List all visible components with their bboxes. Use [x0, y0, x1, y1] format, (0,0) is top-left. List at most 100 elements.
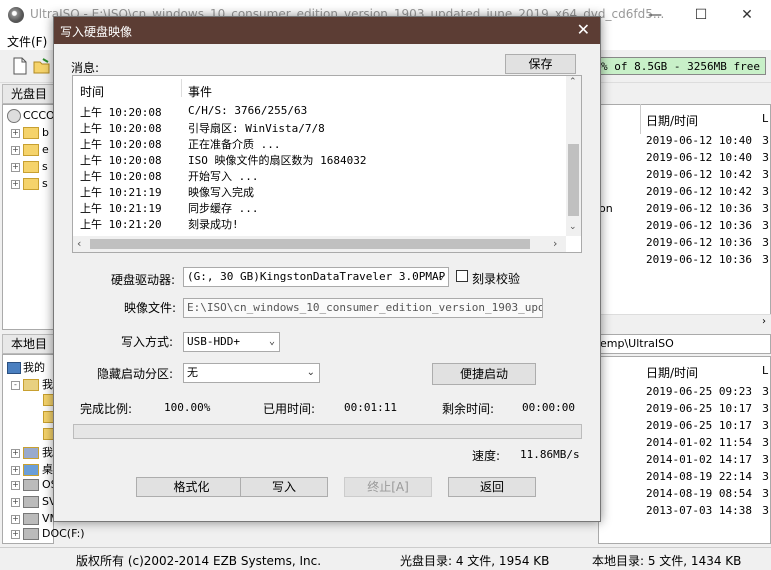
file-size-cell-truncated: 3 [762, 436, 769, 449]
col-trunc-header[interactable]: L [762, 112, 768, 125]
log-event: 正在准备介质 ... [188, 138, 281, 151]
file-date-cell[interactable]: 2019-06-12 10:42 [646, 185, 752, 198]
format-button[interactable]: 格式化 [136, 477, 247, 497]
file-date-cell[interactable]: 2019-06-12 10:40 [646, 134, 752, 147]
log-vscroll-thumb[interactable] [568, 144, 579, 216]
file-date-cell[interactable]: 2019-06-12 10:42 [646, 168, 752, 181]
file-date-cell[interactable]: 2014-08-19 22:14 [646, 470, 752, 483]
minimize-icon[interactable]: — [632, 0, 678, 30]
dialog-titlebar: 写入硬盘映像 ✕ [54, 17, 600, 44]
tree-item[interactable]: + 我 [11, 444, 53, 460]
status-local: 本地目录: 5 文件, 1434 KB [592, 554, 742, 568]
tree-item[interactable]: + s [11, 177, 48, 190]
log-time: 上午 10:21:19 [80, 202, 162, 215]
abort-button[interactable]: 终止[A] [344, 477, 432, 497]
file-size-cell-truncated: 3 [762, 236, 769, 249]
file-date-cell[interactable]: 2013-07-03 14:38 [646, 504, 752, 517]
new-file-icon[interactable] [11, 57, 29, 75]
tree-item[interactable]: + 桌 [11, 461, 53, 477]
chevron-down-icon: ⌄ [268, 336, 275, 347]
image-file-field[interactable]: E:\ISO\cn_windows_10_consumer_edition_ve… [183, 298, 543, 318]
maximize-icon[interactable]: ☐ [678, 0, 724, 30]
log-header-time[interactable]: 时间 [80, 83, 104, 100]
verify-label: 刻录校验 [472, 272, 521, 286]
image-file-label: 映像文件: [124, 301, 177, 315]
file-size-cell-truncated: 3 [762, 134, 769, 147]
disc-pane-header: 光盘目录 [2, 84, 54, 119]
status-copyright: 版权所有 (c)2002-2014 EZB Systems, Inc. [76, 554, 322, 568]
log-vscrollbar[interactable]: ⌃ ⌄ [566, 76, 581, 236]
progress-label: 完成比例: [80, 402, 133, 416]
local-col-trunc-header[interactable]: L [762, 364, 768, 377]
remaining-value: 00:00:00 [522, 401, 575, 414]
log-time: 上午 10:20:08 [80, 138, 162, 151]
file-date-cell[interactable]: 2014-08-19 08:54 [646, 487, 752, 500]
tree-item-drive[interactable]: + VM [11, 512, 59, 525]
file-date-cell[interactable]: 2019-06-25 10:17 [646, 419, 752, 432]
tree-item-drive[interactable]: + SV [11, 495, 57, 508]
write-button[interactable]: 写入 [240, 477, 328, 497]
save-log-button[interactable]: 保存 [505, 54, 576, 74]
local-col-date-header[interactable]: 日期/时间 [646, 364, 698, 381]
tree-item[interactable]: + s [11, 160, 48, 173]
verify-checkbox[interactable] [456, 270, 468, 282]
free-space-bar: % of 8.5GB - 3256MB free [596, 57, 766, 75]
speed-label: 速度: [472, 449, 501, 463]
progress-bar [73, 424, 582, 439]
log-header-event[interactable]: 事件 [188, 83, 212, 100]
hide-partition-select[interactable]: 无 ⌄ [183, 363, 320, 383]
file-size-cell-truncated: 3 [762, 219, 769, 232]
hide-partition-label: 隐藏启动分区: [97, 367, 174, 381]
file-date-cell[interactable]: 2019-06-25 10:17 [646, 402, 752, 415]
write-disk-image-dialog: 写入硬盘映像 ✕ 消息: 保存 时间 事件 上午 10:20:08 C/H/S: … [53, 16, 601, 522]
quick-boot-button[interactable]: 便捷启动 [432, 363, 536, 385]
tree-item[interactable]: + b [11, 126, 49, 139]
elapsed-value: 00:01:11 [344, 401, 397, 414]
file-date-cell[interactable]: 2014-01-02 14:17 [646, 453, 752, 466]
dialog-title: 写入硬盘映像 [60, 25, 133, 39]
file-size-cell-truncated: 3 [762, 453, 769, 466]
file-date-cell[interactable]: 2019-06-25 09:23 [646, 385, 752, 398]
file-date-cell[interactable]: 2014-01-02 11:54 [646, 436, 752, 449]
disc-hscrollbar[interactable]: › [598, 314, 771, 331]
file-date-cell[interactable]: 2019-06-12 10:36 [646, 219, 752, 232]
file-size-cell-truncated: 3 [762, 385, 769, 398]
log-event: 映像写入完成 [188, 186, 254, 199]
file-size-cell-truncated: 3 [762, 487, 769, 500]
tree-item-drive[interactable]: + DOC(F:) [11, 527, 85, 540]
local-pane-header: 本地目录 [2, 334, 54, 369]
status-bar: 版权所有 (c)2002-2014 EZB Systems, Inc. 光盘目录… [0, 547, 771, 570]
tree-item[interactable]: + e [11, 143, 49, 156]
file-date-cell[interactable]: 2019-06-12 10:36 [646, 202, 752, 215]
col-date-header[interactable]: 日期/时间 [646, 112, 698, 129]
drive-select[interactable]: (G:, 30 GB)KingstonDataTraveler 3.0PMAP ⌄ [183, 267, 449, 287]
write-method-select[interactable]: USB-HDD+ ⌄ [183, 332, 280, 352]
menu-file[interactable]: 文件(F) [7, 33, 47, 50]
log-hscroll-thumb[interactable] [90, 239, 530, 249]
local-tree: 我的 -我 + 我 + 桌 + OS + SV + VM + DOC(F:) [2, 354, 85, 544]
tree-item-drive[interactable]: + OS [11, 478, 58, 491]
log-event: 开始写入 ... [188, 170, 259, 183]
tree-item[interactable]: -我 [11, 376, 53, 392]
file-size-cell-truncated: 3 [762, 151, 769, 164]
log-event: C/H/S: 3766/255/63 [188, 104, 308, 117]
hide-partition-value: 无 [187, 366, 198, 379]
column-divider [640, 104, 641, 134]
file-date-cell[interactable]: 2019-06-12 10:36 [646, 253, 752, 266]
progress-value: 100.00% [164, 401, 211, 414]
file-size-cell-truncated: 3 [762, 402, 769, 415]
log-hscrollbar[interactable]: ‹ › [73, 236, 566, 252]
back-button[interactable]: 返回 [448, 477, 536, 497]
tree-item-computer[interactable]: 我的 [7, 359, 45, 375]
drive-label: 硬盘驱动器: [111, 273, 176, 287]
file-size-cell-truncated: 3 [762, 470, 769, 483]
local-path-field[interactable]: emp\UltraISO [598, 334, 771, 354]
log-event: 同步缓存 ... [188, 202, 259, 215]
dialog-close-icon[interactable]: ✕ [577, 20, 590, 39]
file-date-cell[interactable]: 2019-06-12 10:36 [646, 236, 752, 249]
open-folder-icon[interactable] [33, 57, 51, 75]
log-header-divider [181, 79, 182, 97]
close-window-icon[interactable]: ✕ [724, 0, 770, 30]
file-date-cell[interactable]: 2019-06-12 10:40 [646, 151, 752, 164]
log-time: 上午 10:20:08 [80, 106, 162, 119]
